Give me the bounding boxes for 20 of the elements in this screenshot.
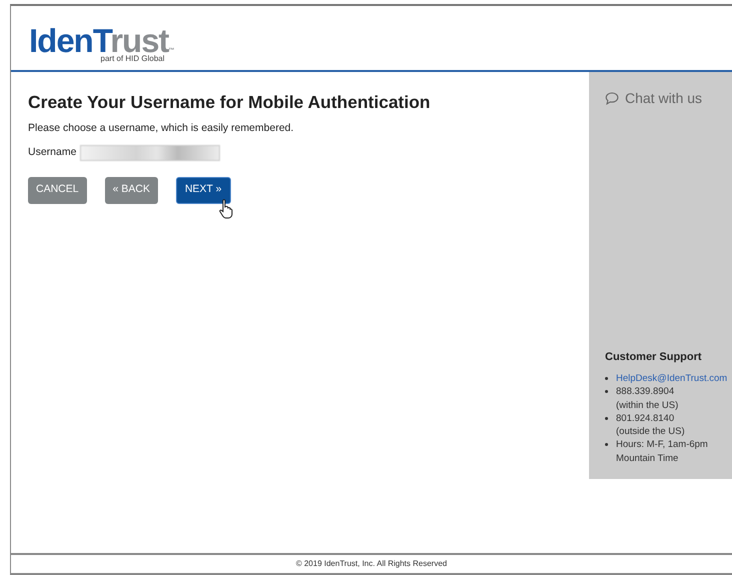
- email-link[interactable]: HelpDesk@IdenTrust.com: [616, 372, 728, 386]
- copyright-text: © 2019 IdenTrust, Inc. All Rights Reserved: [296, 558, 447, 570]
- page-title: Create Your Username for Mobile Authentication: [28, 92, 432, 113]
- bullet-icon: [605, 443, 608, 446]
- contact-text: Hours: M-F, 1am-6pm Mountain Time: [616, 438, 708, 465]
- hand-cursor-icon: [219, 197, 233, 221]
- bullet-icon: [605, 416, 608, 420]
- section-heading: Customer Support: [605, 350, 703, 366]
- contact-text: 801.924.8140 (outside the US): [616, 412, 685, 438]
- next-button[interactable]: NEXT »: [176, 176, 231, 204]
- instructions-text: Please choose a username, which is easily remembered.: [28, 121, 295, 136]
- field-label: Username: [28, 144, 76, 160]
- bullet-icon: [605, 376, 608, 380]
- username-field[interactable]: [80, 144, 220, 161]
- nav-button[interactable]: CANCEL: [28, 176, 87, 204]
- contact-text: 888.339.8904 (within the US): [616, 385, 678, 412]
- chat-link[interactable]: Chat with us: [605, 88, 732, 109]
- speech-bubble-icon: [605, 92, 619, 105]
- nav-button[interactable]: « BACK: [104, 176, 158, 204]
- bullet-icon: [605, 390, 608, 394]
